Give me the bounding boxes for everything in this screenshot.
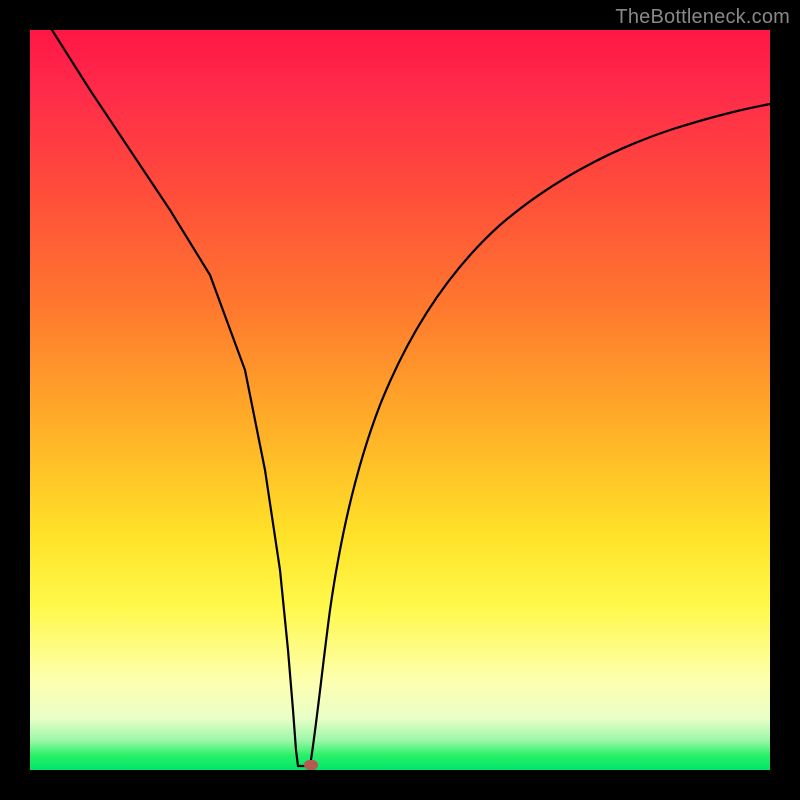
watermark-text: TheBottleneck.com <box>615 6 790 29</box>
curve-left-branch <box>52 30 298 766</box>
chart-frame: TheBottleneck.com <box>0 0 800 800</box>
bottleneck-curve <box>30 30 770 770</box>
plot-area <box>30 30 770 770</box>
curve-right-branch <box>310 104 770 766</box>
min-point-marker <box>304 760 318 770</box>
